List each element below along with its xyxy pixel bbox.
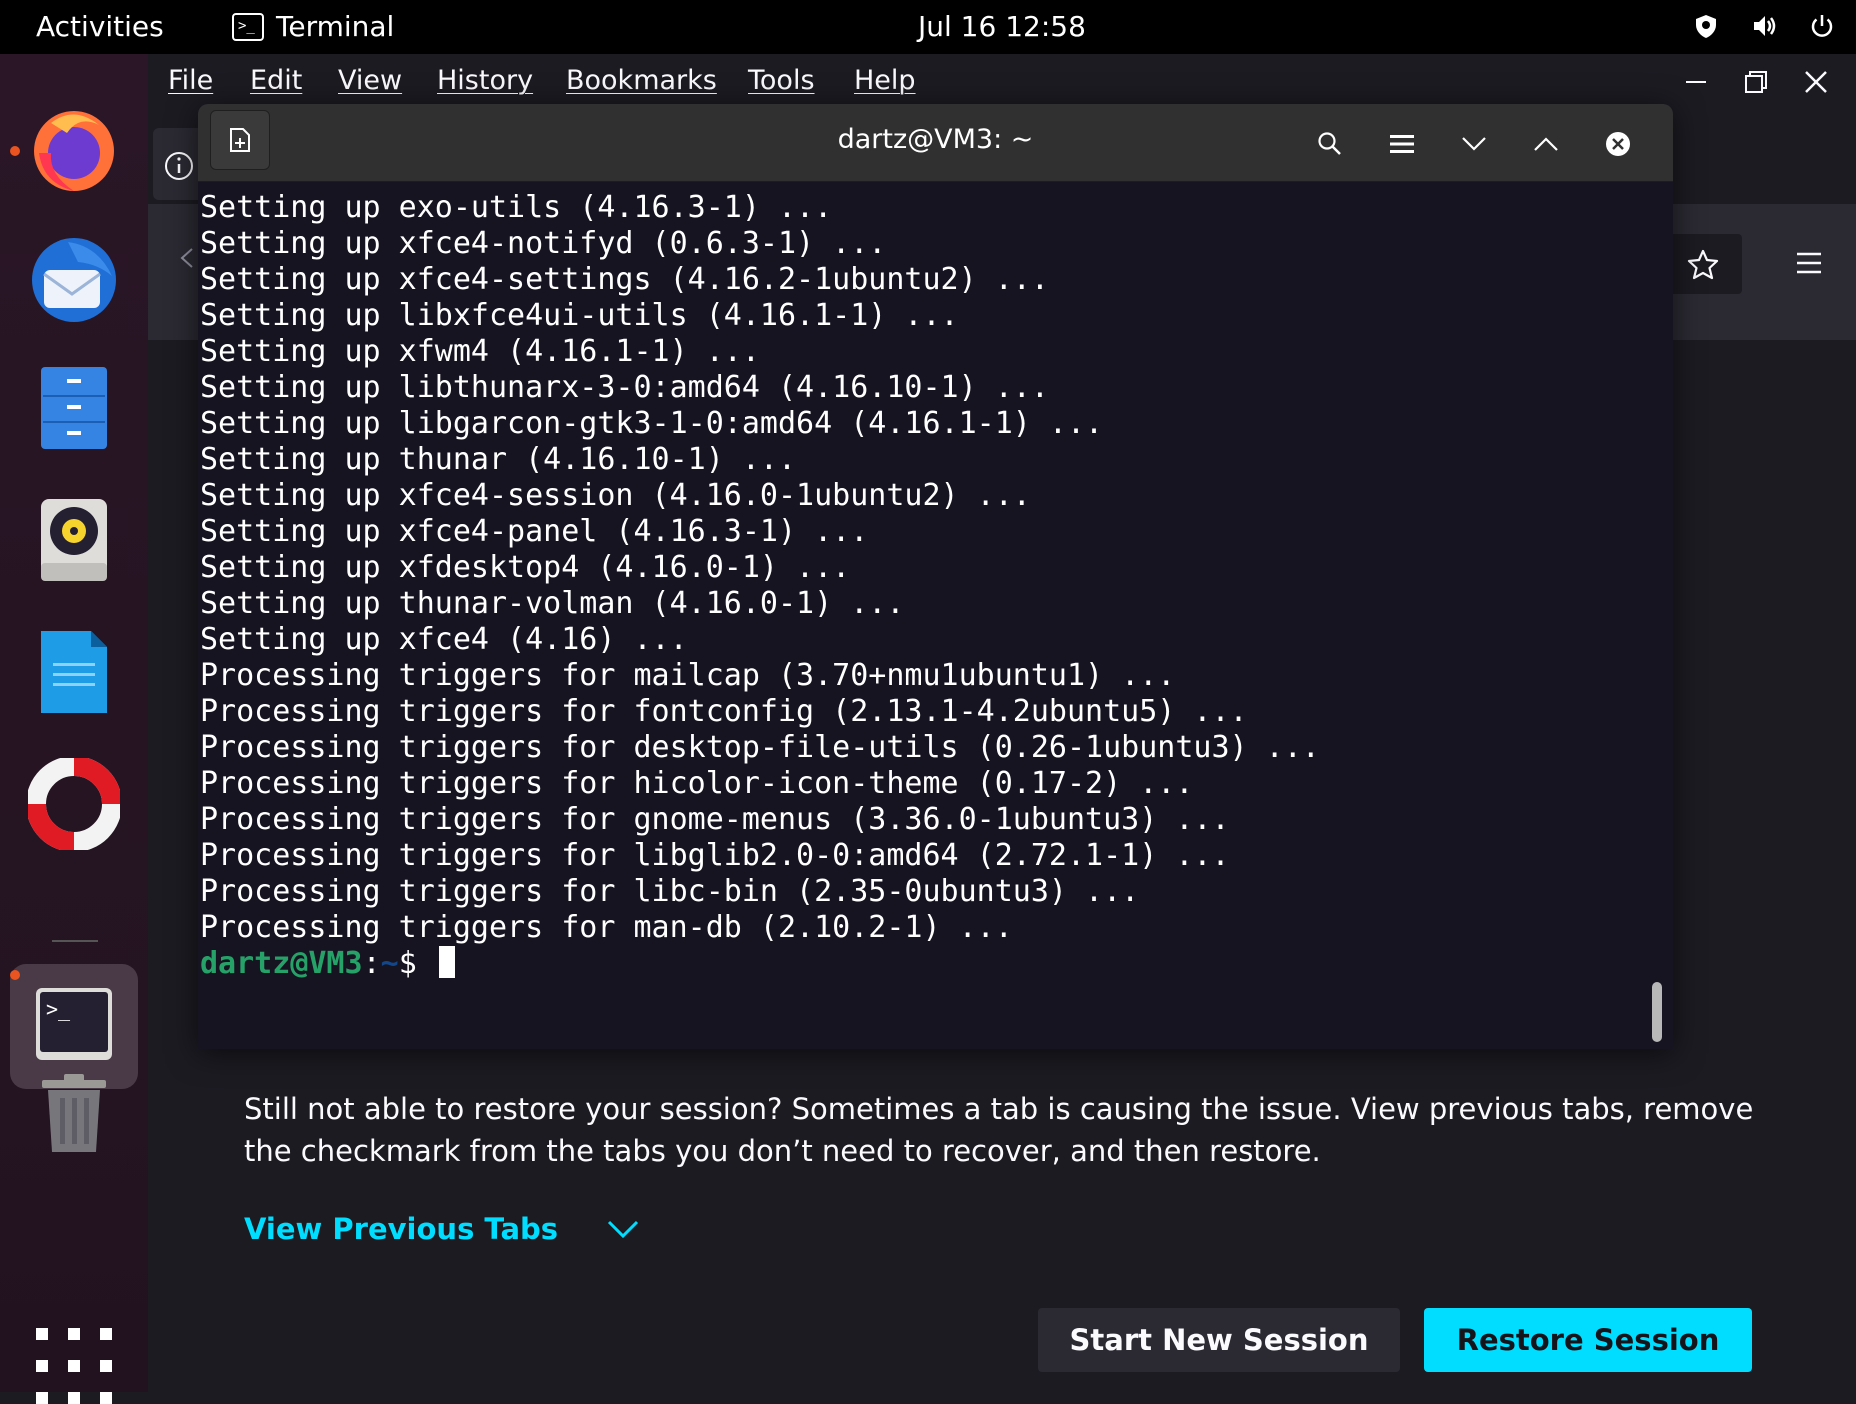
- close-button[interactable]: [1598, 124, 1638, 164]
- writer-icon: [41, 631, 107, 713]
- activities-button[interactable]: Activities: [36, 10, 164, 43]
- menu-button[interactable]: [1382, 124, 1422, 164]
- output-line: Setting up xfce4 (4.16) ...: [200, 622, 688, 657]
- bookmark-star-icon[interactable]: [1686, 248, 1720, 282]
- terminal-icon: >_: [232, 12, 264, 41]
- output-line: Processing triggers for fontconfig (2.13…: [200, 694, 1248, 729]
- output-line: Processing triggers for libglib2.0-0:amd…: [200, 838, 1230, 873]
- output-line: Setting up exo-utils (4.16.3-1) ...: [200, 190, 833, 225]
- output-line: Processing triggers for libc-bin (2.35-0…: [200, 874, 1140, 909]
- output-line: Setting up libxfce4ui-utils (4.16.1-1) .…: [200, 298, 959, 333]
- minimize-icon[interactable]: [1682, 68, 1710, 96]
- top-bar: Activities >_ Terminal Jul 16 12:58: [0, 0, 1856, 54]
- help-icon: [28, 758, 120, 850]
- output-line: Setting up xfce4-panel (4.16.3-1) ...: [200, 514, 869, 549]
- close-icon[interactable]: [1802, 68, 1830, 96]
- menu-help[interactable]: Help: [854, 65, 916, 96]
- output-line: Setting up thunar (4.16.10-1) ...: [200, 442, 797, 477]
- restore-session-button[interactable]: Restore Session: [1424, 1308, 1752, 1372]
- output-line: Setting up xfce4-settings (4.16.2-1ubunt…: [200, 262, 1049, 297]
- app-grid-icon[interactable]: [36, 1328, 112, 1404]
- output-line: Setting up libgarcon-gtk3-1-0:amd64 (4.1…: [200, 406, 1104, 441]
- output-line: Setting up xfdesktop4 (4.16.0-1) ...: [200, 550, 851, 585]
- output-lines: Setting up exo-utils (4.16.3-1) ... Setti…: [200, 190, 1673, 946]
- maximize-button[interactable]: [1526, 124, 1566, 164]
- terminal-title: dartz@VM3: ~: [837, 124, 1034, 155]
- help-launcher[interactable]: [24, 754, 124, 854]
- scrollbar-thumb[interactable]: [1652, 982, 1662, 1042]
- power-icon[interactable]: [1808, 12, 1836, 40]
- menu-view[interactable]: View: [338, 65, 402, 96]
- url-bar-end[interactable]: [1666, 234, 1742, 294]
- clock[interactable]: Jul 16 12:58: [918, 10, 1086, 43]
- chevron-down-icon: [1462, 137, 1486, 151]
- prompt-user: dartz@VM3: [200, 946, 363, 981]
- output-line: Processing triggers for man-db (2.10.2-1…: [200, 910, 1013, 945]
- app-name: Terminal: [276, 10, 395, 43]
- dock: >_: [0, 54, 148, 1404]
- terminal-output[interactable]: Setting up exo-utils (4.16.3-1) ... Setti…: [198, 182, 1673, 1049]
- text-cursor: [438, 946, 455, 978]
- menu-edit[interactable]: Edit: [250, 65, 302, 96]
- running-indicator: [10, 970, 20, 980]
- view-previous-tabs-toggle[interactable]: View Previous Tabs: [244, 1212, 640, 1246]
- output-line: Setting up thunar-volman (4.16.0-1) ...: [200, 586, 905, 621]
- close-icon: [1606, 132, 1630, 156]
- hamburger-menu-icon: [1390, 135, 1414, 153]
- menu-history[interactable]: History: [437, 65, 533, 96]
- prompt-path: ~: [380, 946, 399, 981]
- info-icon[interactable]: [163, 150, 195, 182]
- output-line: Setting up xfce4-session (4.16.0-1ubuntu…: [200, 478, 1031, 513]
- rhythmbox-icon: [41, 499, 107, 581]
- terminal-icon: >_: [36, 988, 112, 1060]
- search-icon: [1318, 132, 1341, 155]
- files-launcher[interactable]: [24, 358, 124, 458]
- firefox-launcher[interactable]: [24, 98, 124, 198]
- terminal-header-bar[interactable]: dartz@VM3: ~: [198, 104, 1673, 182]
- dock-separator: [52, 940, 98, 942]
- svg-text:>_: >_: [46, 997, 71, 1021]
- chevron-up-icon: [1534, 137, 1558, 151]
- chevron-down-icon: [608, 1220, 639, 1239]
- volume-icon[interactable]: [1750, 12, 1778, 40]
- shield-icon[interactable]: [1692, 12, 1720, 40]
- scrollbar[interactable]: [1652, 192, 1662, 1042]
- running-indicator: [10, 146, 20, 156]
- files-icon: [41, 367, 107, 449]
- terminal-window[interactable]: dartz@VM3: ~ Setting up exo-utils (4.16.…: [198, 104, 1673, 1049]
- output-line: Processing triggers for gnome-menus (3.3…: [200, 802, 1230, 837]
- restore-icon[interactable]: [1742, 68, 1770, 96]
- view-previous-tabs-label: View Previous Tabs: [244, 1212, 559, 1246]
- firefox-icon: [34, 111, 114, 191]
- thunderbird-launcher[interactable]: [24, 230, 124, 330]
- minimize-button[interactable]: [1454, 124, 1494, 164]
- menu-bookmarks[interactable]: Bookmarks: [566, 65, 717, 96]
- trash-launcher[interactable]: [24, 1064, 124, 1164]
- back-icon[interactable]: [176, 246, 200, 270]
- trash-icon: [42, 1074, 106, 1152]
- output-line: Processing triggers for hicolor-icon-the…: [200, 766, 1194, 801]
- restore-help-paragraph: Still not able to restore your session? …: [244, 1092, 1754, 1168]
- output-line: Setting up xfwm4 (4.16.1-1) ...: [200, 334, 760, 369]
- menu-file[interactable]: File: [168, 65, 213, 96]
- search-button[interactable]: [1310, 124, 1350, 164]
- menu-tools[interactable]: Tools: [748, 65, 815, 96]
- app-menu[interactable]: >_ Terminal: [232, 10, 394, 43]
- start-new-session-button[interactable]: Start New Session: [1038, 1308, 1400, 1372]
- writer-launcher[interactable]: [24, 622, 124, 722]
- output-line: Processing triggers for desktop-file-uti…: [200, 730, 1320, 765]
- output-line: Processing triggers for mailcap (3.70+nm…: [200, 658, 1176, 693]
- output-line: Setting up xfce4-notifyd (0.6.3-1) ...: [200, 226, 887, 261]
- rhythmbox-launcher[interactable]: [24, 490, 124, 590]
- hamburger-menu-icon[interactable]: [1794, 250, 1824, 276]
- prompt-sep: :: [362, 946, 381, 981]
- prompt-symbol: $: [398, 946, 435, 981]
- prompt-line[interactable]: dartz@VM3:~$: [200, 946, 1673, 982]
- output-line: Setting up libthunarx-3-0:amd64 (4.16.10…: [200, 370, 1049, 405]
- thunderbird-icon: [32, 238, 116, 322]
- system-tray[interactable]: [1692, 12, 1836, 40]
